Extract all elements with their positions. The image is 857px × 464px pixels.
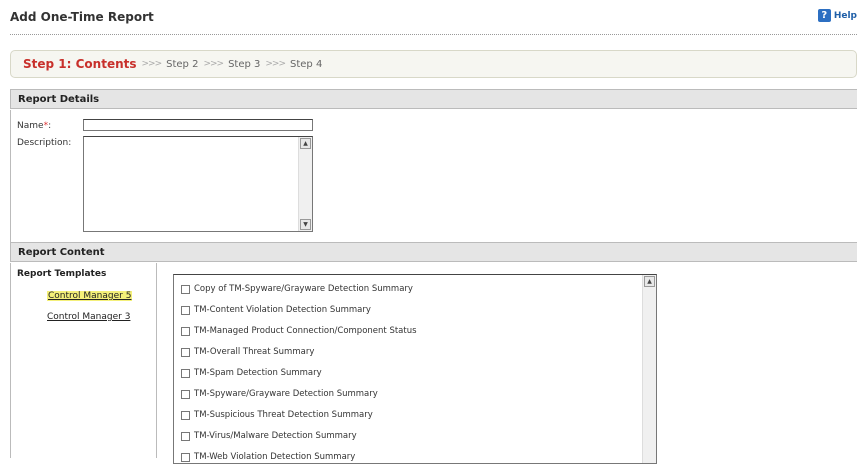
checkbox[interactable]	[181, 452, 190, 462]
checkbox[interactable]	[181, 284, 190, 294]
scroll-up-icon[interactable]: ▲	[644, 276, 655, 287]
template-label: Copy of TM-Spyware/Grayware Detection Su…	[194, 284, 413, 294]
step-separator: >>>	[203, 59, 224, 69]
help-icon: ?	[817, 9, 831, 22]
report-content-header: Report Content	[10, 242, 857, 262]
template-list-scrollbar[interactable]: ▲	[642, 275, 656, 463]
templates-title: Report Templates	[17, 269, 107, 279]
template-label: TM-Spam Detection Summary	[194, 368, 322, 378]
step-separator: >>>	[265, 59, 286, 69]
template-item[interactable]: TM-Overall Threat Summary	[181, 347, 314, 357]
description-field[interactable]: ▲ ▼	[83, 136, 313, 232]
template-item[interactable]: TM-Web Violation Detection Summary	[181, 452, 355, 462]
checkbox[interactable]	[181, 431, 190, 441]
template-group-cm3[interactable]: Control Manager 3	[47, 312, 130, 322]
wizard-steps: Step 1: Contents >>> Step 2 >>> Step 3 >…	[10, 50, 857, 78]
template-label: TM-Content Violation Detection Summary	[194, 305, 371, 315]
step-2: Step 2	[166, 58, 199, 70]
template-item[interactable]: TM-Suspicious Threat Detection Summary	[181, 410, 373, 420]
step-4: Step 4	[290, 58, 323, 70]
checkbox[interactable]	[181, 368, 190, 378]
template-item[interactable]: TM-Managed Product Connection/Component …	[181, 326, 417, 336]
template-label: TM-Web Violation Detection Summary	[194, 452, 356, 462]
help-link[interactable]: ? Help	[817, 9, 857, 22]
template-label: TM-Managed Product Connection/Component …	[194, 326, 417, 336]
description-label: Description:	[17, 138, 72, 148]
scroll-down-icon[interactable]: ▼	[300, 219, 311, 230]
template-item[interactable]: TM-Spam Detection Summary	[181, 368, 322, 378]
step-3: Step 3	[228, 58, 261, 70]
help-label: Help	[833, 10, 857, 21]
template-label: TM-Virus/Malware Detection Summary	[194, 431, 357, 441]
checkbox[interactable]	[181, 326, 190, 336]
scroll-up-icon[interactable]: ▲	[300, 138, 311, 149]
name-colon: :	[48, 121, 52, 131]
template-item[interactable]: Copy of TM-Spyware/Grayware Detection Su…	[181, 284, 413, 294]
report-content-panel: Report Templates Control Manager 5 Contr…	[10, 263, 857, 464]
report-details-header: Report Details	[10, 89, 857, 109]
page-title: Add One-Time Report	[10, 10, 154, 24]
template-label: TM-Suspicious Threat Detection Summary	[194, 410, 373, 420]
page: Add One-Time Report ? Help Step 1: Conte…	[10, 0, 857, 464]
checkbox[interactable]	[181, 305, 190, 315]
template-label: TM-Overall Threat Summary	[194, 347, 315, 357]
template-group-cm5[interactable]: Control Manager 5	[47, 291, 133, 301]
templates-column: Report Templates Control Manager 5 Contr…	[11, 263, 157, 458]
current-step: Step 1: Contents	[23, 57, 137, 71]
template-label: TM-Spyware/Grayware Detection Summary	[194, 389, 378, 399]
step-separator: >>>	[141, 59, 163, 69]
template-item[interactable]: TM-Virus/Malware Detection Summary	[181, 431, 357, 441]
checkbox[interactable]	[181, 410, 190, 420]
template-list: Copy of TM-Spyware/Grayware Detection Su…	[173, 274, 657, 464]
name-label-text: Name	[17, 121, 44, 131]
checkbox[interactable]	[181, 389, 190, 399]
name-label: Name*:	[17, 121, 51, 131]
template-item[interactable]: TM-Content Violation Detection Summary	[181, 305, 371, 315]
checkbox[interactable]	[181, 347, 190, 357]
report-details-panel: Name*: Description: ▲ ▼	[10, 110, 857, 242]
name-field[interactable]	[83, 119, 313, 131]
description-scrollbar[interactable]: ▲ ▼	[298, 137, 312, 231]
template-item[interactable]: TM-Spyware/Grayware Detection Summary	[181, 389, 378, 399]
